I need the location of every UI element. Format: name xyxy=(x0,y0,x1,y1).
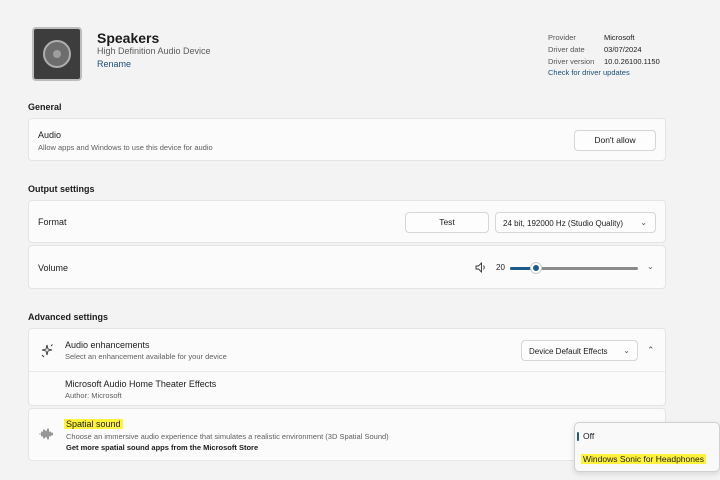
driver-provider-value: Microsoft xyxy=(604,33,635,42)
format-label: Format xyxy=(38,217,67,227)
volume-slider-track[interactable] xyxy=(510,267,638,270)
spatial-sound-title-text: Spatial sound xyxy=(64,419,123,429)
audio-description: Allow apps and Windows to use this devic… xyxy=(38,143,213,152)
speaker-device-icon xyxy=(32,27,82,81)
chevron-down-icon: ⌄ xyxy=(623,346,630,355)
driver-version-value: 10.0.26100.1150 xyxy=(604,57,660,66)
chevron-down-icon: ⌄ xyxy=(640,218,647,227)
spatial-sound-description: Choose an immersive audio experience tha… xyxy=(66,432,389,441)
driver-provider-label: Provider xyxy=(548,33,576,42)
volume-label: Volume xyxy=(38,263,69,273)
spatial-sound-title: Spatial sound xyxy=(64,419,123,429)
format-selected: 24 bit, 192000 Hz (Studio Quality) xyxy=(503,219,624,228)
volume-icon[interactable] xyxy=(475,262,487,273)
volume-slider-thumb[interactable] xyxy=(530,263,541,273)
output-heading: Output settings xyxy=(28,184,95,194)
windows-sonic-label: Windows Sonic for Headphones xyxy=(581,454,706,464)
spatial-sound-dropdown-menu: Off Windows Sonic for Headphones xyxy=(574,422,720,472)
device-name: Speakers xyxy=(97,30,160,46)
enhancement-icon xyxy=(41,344,53,358)
general-heading: General xyxy=(28,102,62,112)
check-driver-updates-link[interactable]: Check for driver updates xyxy=(548,68,630,77)
device-description: High Definition Audio Device xyxy=(97,46,211,56)
enhancements-description: Select an enhancement available for your… xyxy=(65,352,227,361)
volume-expand-chevron-down-icon[interactable]: ⌄ xyxy=(647,262,654,271)
volume-value: 20 xyxy=(496,263,505,272)
theater-effects-title: Microsoft Audio Home Theater Effects xyxy=(65,379,217,389)
enhancements-dropdown[interactable]: Device Default Effects ⌄ xyxy=(521,340,638,361)
spatial-option-off[interactable]: Off xyxy=(583,431,594,441)
driver-labels: Provider Driver date Driver version xyxy=(548,32,594,68)
dont-allow-button[interactable]: Don't allow xyxy=(574,130,656,151)
format-dropdown[interactable]: 24 bit, 192000 Hz (Studio Quality) ⌄ xyxy=(495,212,656,233)
theater-effects-author: Author: Microsoft xyxy=(65,391,122,400)
enhancements-title: Audio enhancements xyxy=(65,340,150,350)
driver-values: Microsoft 03/07/2024 10.0.26100.1150 xyxy=(604,32,660,68)
enhancements-card: Audio enhancements Select an enhancement… xyxy=(28,328,666,406)
enhancements-selected: Device Default Effects xyxy=(529,347,608,356)
driver-date-value: 03/07/2024 xyxy=(604,45,642,54)
spatial-sound-card: Spatial sound Choose an immersive audio … xyxy=(28,408,666,461)
audio-title: Audio xyxy=(38,130,62,140)
driver-date-label: Driver date xyxy=(548,45,585,54)
chevron-up-icon[interactable]: ⌃ xyxy=(647,345,655,356)
rename-link[interactable]: Rename xyxy=(97,59,131,69)
audio-card: Audio Allow apps and Windows to use this… xyxy=(28,118,666,161)
test-button[interactable]: Test xyxy=(405,212,489,233)
selected-indicator xyxy=(577,432,579,441)
advanced-heading: Advanced settings xyxy=(28,312,109,322)
driver-version-label: Driver version xyxy=(548,57,595,66)
spatial-option-windows-sonic[interactable]: Windows Sonic for Headphones xyxy=(581,454,706,464)
format-card: Format Test 24 bit, 192000 Hz (Studio Qu… xyxy=(28,200,666,243)
divider xyxy=(29,371,665,372)
spatial-sound-icon xyxy=(39,428,53,440)
spatial-sound-store-link[interactable]: Get more spatial sound apps from the Mic… xyxy=(66,443,258,452)
